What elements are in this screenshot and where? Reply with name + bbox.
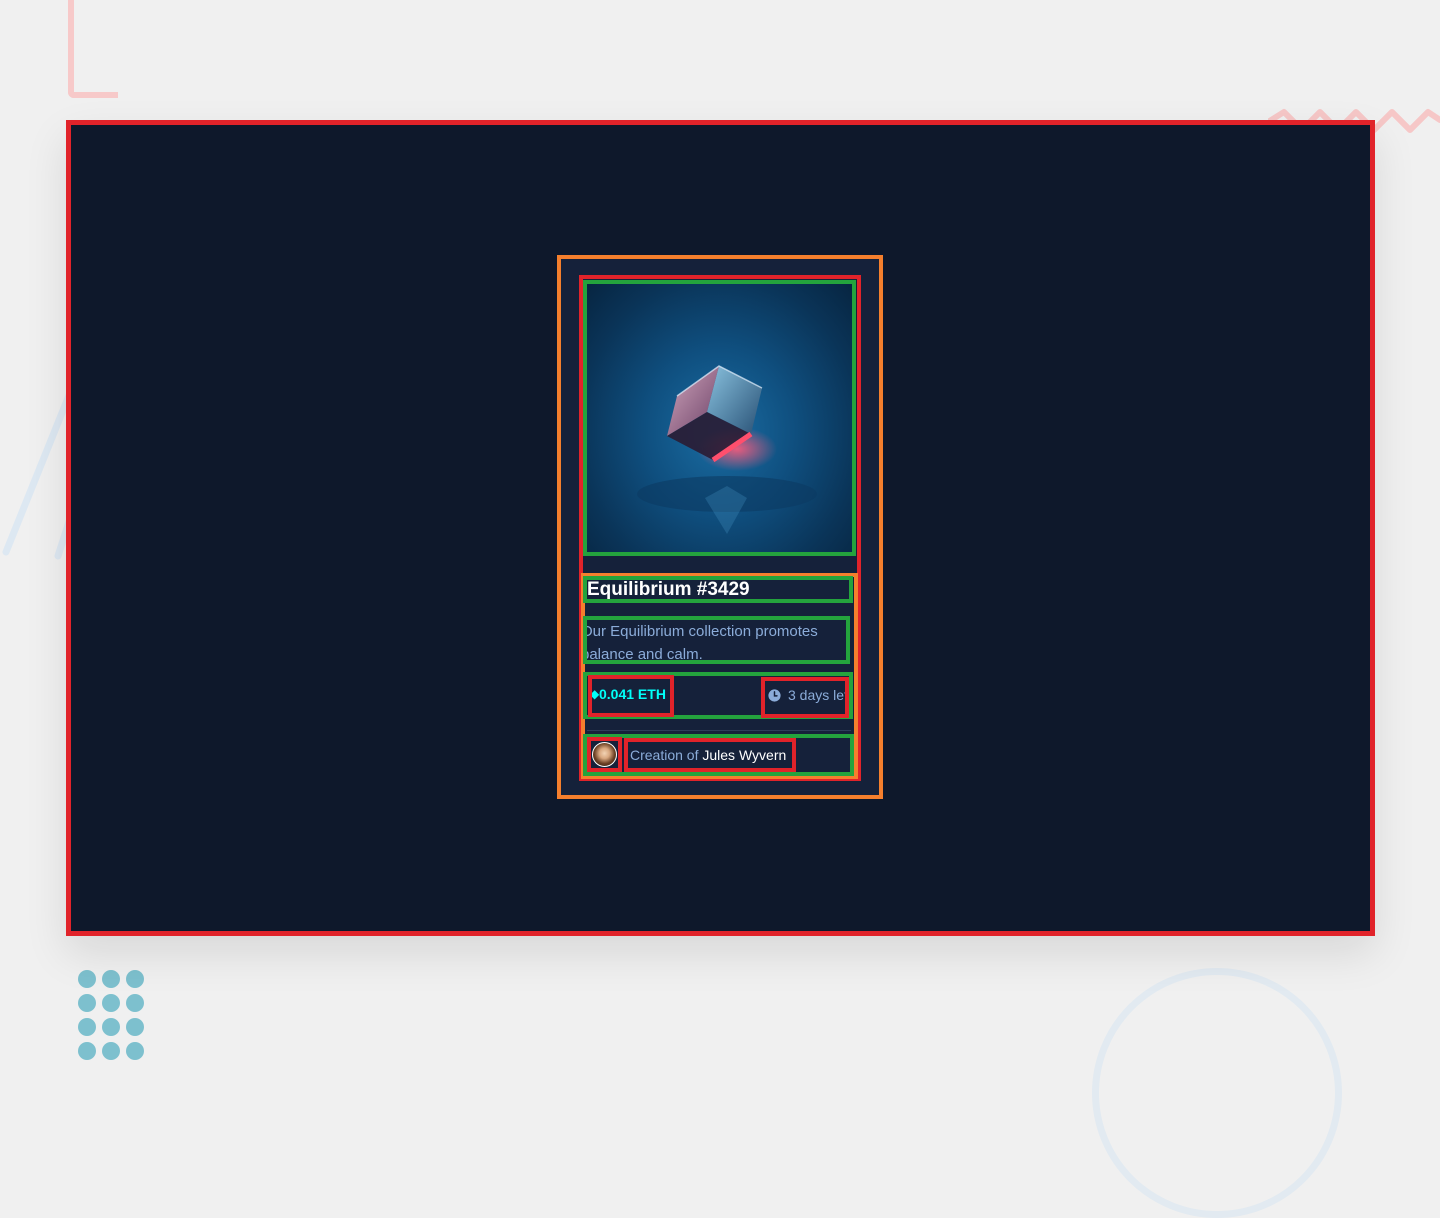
decorative-circle xyxy=(1092,968,1342,1218)
creator-attribution: Creation of Jules Wyvern xyxy=(624,738,796,772)
ethereum-icon: ◆ xyxy=(590,687,600,701)
card-divider xyxy=(587,730,851,731)
card-title[interactable]: Equilibrium #3429 xyxy=(587,580,750,599)
decorative-corner-shape xyxy=(68,0,118,98)
creator-prefix: Creation of xyxy=(630,747,699,763)
card-description: Our Equilibrium collection promotes bala… xyxy=(583,623,818,663)
description-row: Our Equilibrium collection promotes bala… xyxy=(583,616,850,664)
avatar xyxy=(587,737,622,772)
creator-name-link[interactable]: Jules Wyvern xyxy=(702,747,786,763)
price-badge: ◆ 0.041 ETH xyxy=(588,675,674,717)
nft-hero-image[interactable] xyxy=(583,280,856,556)
time-left-badge: 3 days left xyxy=(761,677,849,718)
decorative-dot-grid xyxy=(78,970,148,1060)
title-row: Equilibrium #3429 xyxy=(583,576,853,603)
cube-image xyxy=(637,365,817,534)
avatar-image xyxy=(592,742,617,767)
time-left-value: 3 days left xyxy=(788,687,849,703)
clock-icon xyxy=(768,689,781,702)
price-value: 0.041 ETH xyxy=(599,686,666,702)
